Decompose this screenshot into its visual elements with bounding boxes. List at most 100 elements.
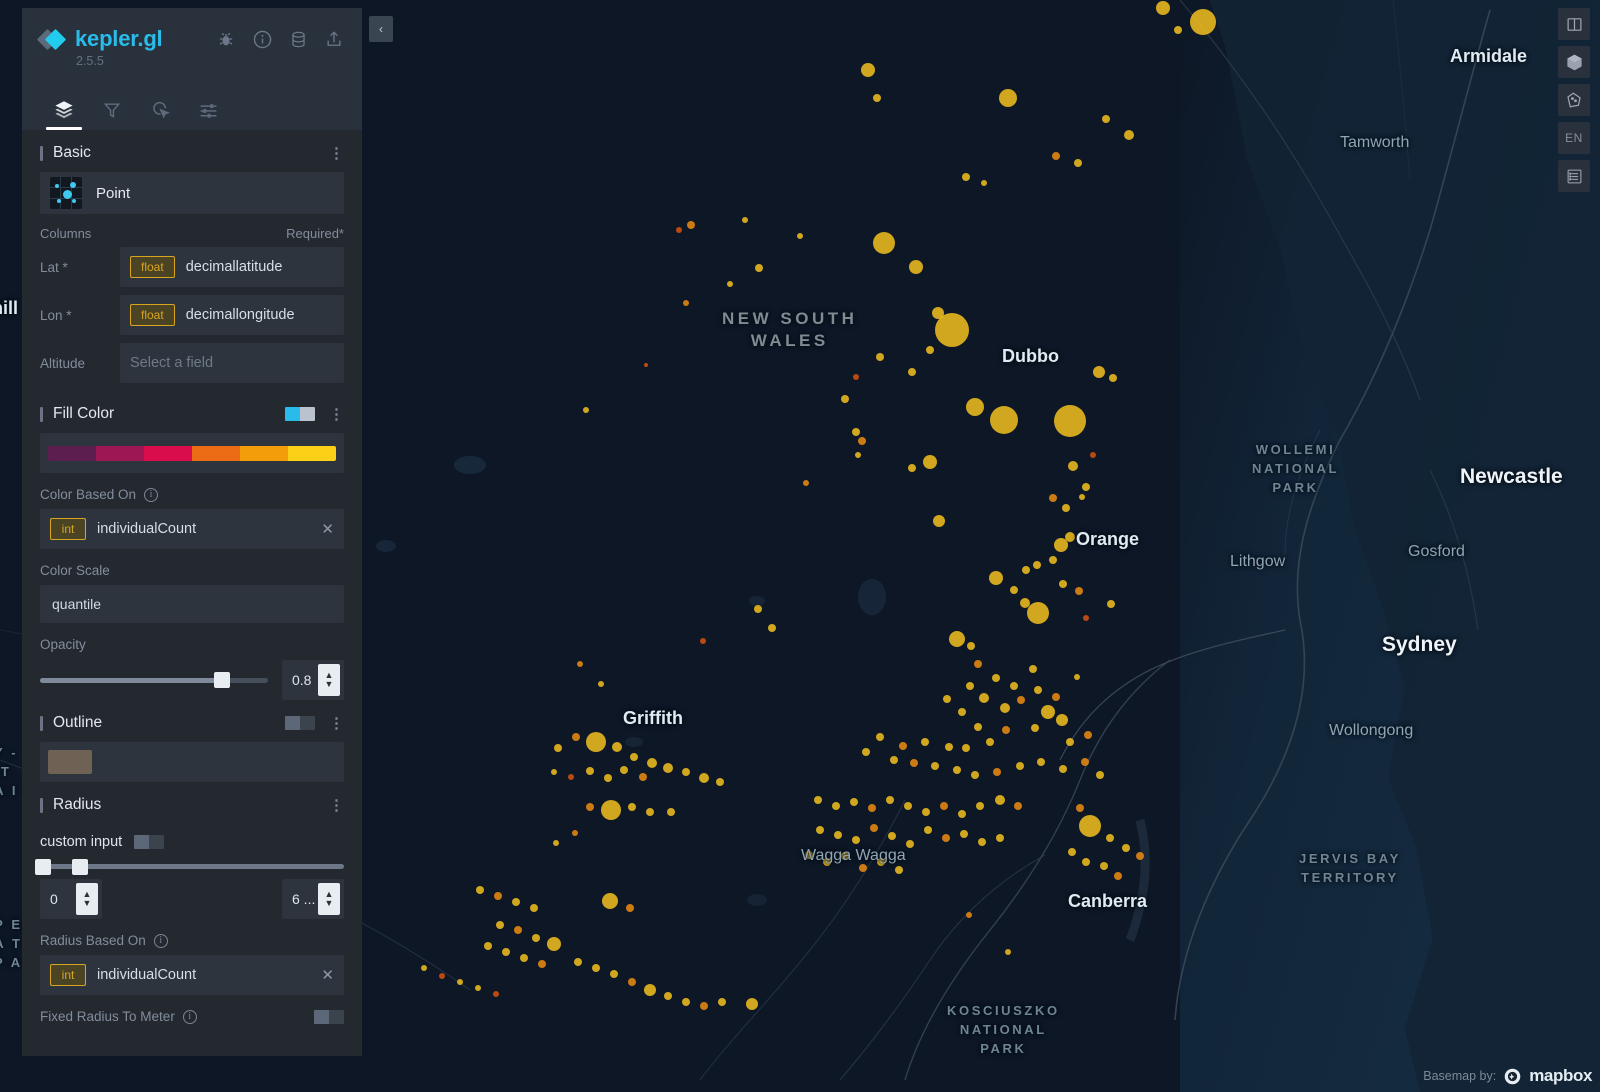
map-point[interactable]: [604, 774, 612, 782]
map-point[interactable]: [958, 708, 966, 716]
map-point[interactable]: [1114, 872, 1122, 880]
lat-field-select[interactable]: float decimallatitude: [120, 247, 344, 287]
map-point[interactable]: [921, 738, 929, 746]
share-icon[interactable]: [324, 29, 344, 49]
locale-button[interactable]: EN: [1558, 122, 1590, 154]
opacity-stepper[interactable]: ▲ ▼: [318, 664, 340, 696]
map-point[interactable]: [1014, 802, 1022, 810]
map-point[interactable]: [873, 94, 881, 102]
map-point[interactable]: [754, 605, 762, 613]
layer-config-body[interactable]: Basic ⋮ Point Columns Required* Lat * fl…: [22, 130, 362, 1056]
map-point[interactable]: [850, 798, 858, 806]
map-point[interactable]: [949, 631, 965, 647]
map-point[interactable]: [700, 1002, 708, 1010]
map-point[interactable]: [602, 893, 618, 909]
map-point[interactable]: [547, 937, 561, 951]
map-point[interactable]: [727, 281, 733, 287]
map-control-buttons[interactable]: EN: [1558, 8, 1590, 192]
map-point[interactable]: [979, 693, 989, 703]
map-point[interactable]: [577, 661, 583, 667]
map-point[interactable]: [718, 998, 726, 1006]
map-point[interactable]: [494, 892, 502, 900]
map-point[interactable]: [1106, 834, 1114, 842]
map-point[interactable]: [908, 464, 916, 472]
map-point[interactable]: [953, 766, 961, 774]
map-point[interactable]: [1010, 586, 1018, 594]
map-point[interactable]: [530, 904, 538, 912]
fixed-radius-toggle[interactable]: [314, 1009, 344, 1024]
map-point[interactable]: [1156, 1, 1170, 15]
map-point[interactable]: [663, 763, 673, 773]
map-point[interactable]: [493, 991, 499, 997]
map-point[interactable]: [908, 368, 916, 376]
map-point[interactable]: [612, 742, 622, 752]
map-point[interactable]: [628, 803, 636, 811]
map-point[interactable]: [888, 832, 896, 840]
map-point[interactable]: [859, 864, 867, 872]
map-point[interactable]: [910, 759, 918, 767]
panel-tabs[interactable]: [40, 90, 344, 130]
map-point[interactable]: [996, 834, 1004, 842]
radius-min-stepper[interactable]: ▲ ▼: [76, 883, 98, 915]
tab-basemap[interactable]: [184, 90, 232, 130]
tab-layers[interactable]: [40, 90, 88, 130]
map-point[interactable]: [995, 795, 1005, 805]
map-point[interactable]: [886, 796, 894, 804]
map-point[interactable]: [520, 954, 528, 962]
color-based-on-select[interactable]: int individualCount ✕: [40, 509, 344, 549]
info-icon[interactable]: i: [182, 1009, 197, 1024]
opacity-numeric-input[interactable]: 0.8 ▲ ▼: [282, 660, 344, 700]
map-point[interactable]: [873, 232, 895, 254]
map-point[interactable]: [852, 428, 860, 436]
map-point[interactable]: [1090, 452, 1096, 458]
tab-filters[interactable]: [88, 90, 136, 130]
map-point[interactable]: [909, 260, 923, 274]
map-point[interactable]: [574, 958, 582, 966]
map-point[interactable]: [971, 771, 979, 779]
map-point[interactable]: [496, 921, 504, 929]
map-point[interactable]: [628, 978, 636, 986]
map-point[interactable]: [1054, 405, 1086, 437]
map-point[interactable]: [958, 810, 966, 818]
map-point[interactable]: [1002, 726, 1010, 734]
info-icon[interactable]: i: [153, 933, 168, 948]
map-point[interactable]: [1049, 494, 1057, 502]
map-point[interactable]: [421, 965, 427, 971]
map-point[interactable]: [639, 773, 647, 781]
map-point[interactable]: [746, 998, 758, 1010]
map-point[interactable]: [514, 926, 522, 934]
map-point[interactable]: [687, 221, 695, 229]
map-point[interactable]: [832, 802, 840, 810]
map-point[interactable]: [986, 738, 994, 746]
map-point[interactable]: [568, 774, 574, 780]
map-point[interactable]: [476, 886, 484, 894]
layer-type-selector[interactable]: Point: [40, 172, 344, 214]
map-point[interactable]: [1109, 374, 1117, 382]
database-icon[interactable]: [289, 30, 308, 49]
map-point[interactable]: [1076, 804, 1084, 812]
info-icon[interactable]: i: [144, 487, 159, 502]
map-point[interactable]: [586, 767, 594, 775]
map-point[interactable]: [876, 733, 884, 741]
tab-interactions[interactable]: [136, 90, 184, 130]
map-point[interactable]: [823, 858, 831, 866]
map-point[interactable]: [1052, 693, 1060, 701]
map-point[interactable]: [981, 180, 987, 186]
color-scale-select[interactable]: quantile: [40, 585, 344, 623]
map-point[interactable]: [439, 973, 445, 979]
map-point[interactable]: [966, 682, 974, 690]
map-point[interactable]: [1081, 758, 1089, 766]
map-point[interactable]: [1056, 714, 1068, 726]
opacity-slider-track[interactable]: [40, 672, 268, 688]
map-point[interactable]: [858, 437, 866, 445]
radius-max-stepper[interactable]: ▲ ▼: [318, 883, 340, 915]
map-point[interactable]: [834, 831, 842, 839]
map-point[interactable]: [1079, 494, 1085, 500]
custom-input-toggle[interactable]: [134, 835, 165, 849]
map-point[interactable]: [1083, 615, 1089, 621]
map-point[interactable]: [1052, 152, 1060, 160]
map-point[interactable]: [755, 264, 763, 272]
clear-color-field-icon[interactable]: ✕: [321, 520, 334, 538]
map-point[interactable]: [1124, 130, 1134, 140]
map-point[interactable]: [1082, 483, 1090, 491]
